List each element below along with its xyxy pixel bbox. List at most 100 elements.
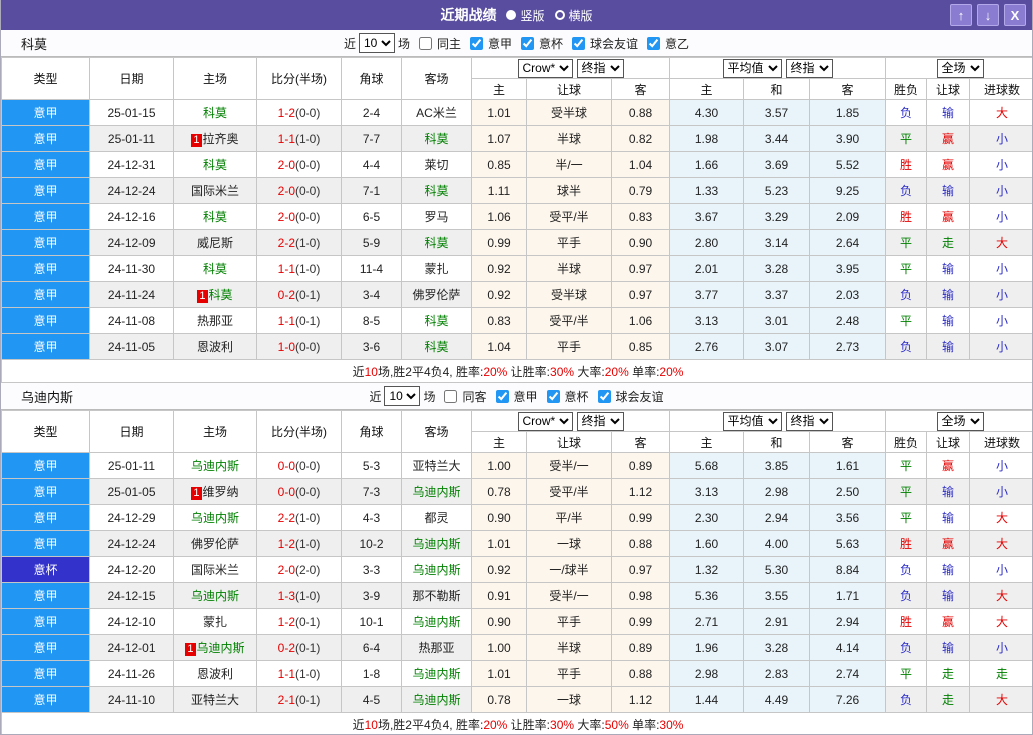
home-team-cell: 乌迪内斯 bbox=[173, 452, 257, 479]
match-type-cell: 意甲 bbox=[1, 203, 90, 230]
league-checkbox-0[interactable] bbox=[469, 36, 483, 50]
column-header: 主场 bbox=[173, 410, 257, 453]
home-team-cell: 乌迪内斯 bbox=[173, 504, 257, 531]
result-goals-cell: 小 bbox=[969, 634, 1032, 661]
away-team-name: 乌迪内斯 bbox=[412, 537, 461, 551]
home-odds-cell: 1.04 bbox=[471, 333, 527, 360]
fulltime-score: 1-2 bbox=[277, 614, 295, 629]
match-type-cell: 意甲 bbox=[1, 99, 90, 126]
fulltime-score: 0-2 bbox=[277, 640, 295, 655]
match-type-cell: 意甲 bbox=[1, 504, 90, 531]
score-cell: 2-0(0-0) bbox=[256, 151, 342, 178]
match-type-cell: 意甲 bbox=[1, 229, 90, 256]
halftime-score: (1-0) bbox=[295, 235, 321, 250]
same-venue-checkbox[interactable] bbox=[444, 389, 458, 403]
avg-away-cell: 9.25 bbox=[808, 177, 887, 204]
away-odds-cell: 0.97 bbox=[611, 281, 670, 308]
avg-away-cell: 3.56 bbox=[808, 504, 887, 531]
score-cell: 0-2(0-1) bbox=[256, 634, 342, 661]
recent-results-panel: 近期战绩 竖版 横版 ↑ ↓ X 科莫近 10 场同主 意甲 意杯 球会友谊 意乙 类型 日期主… bbox=[0, 0, 1033, 735]
away-team-name: 罗马 bbox=[424, 210, 449, 224]
league-checkbox-1[interactable] bbox=[521, 36, 534, 50]
handicap-cell: 一球 bbox=[526, 686, 612, 713]
result-goals-cell: 大 bbox=[969, 686, 1032, 713]
table-row: 意甲 24-12-31 科莫 2-0(0-0) 4-4 莱切 0.85 半/一 1.04 1.66… bbox=[1, 151, 1032, 178]
radio-vertical-layout[interactable]: 竖版 bbox=[506, 7, 545, 24]
league-checkbox-0[interactable] bbox=[495, 389, 509, 403]
match-type-cell: 意甲 bbox=[1, 478, 90, 505]
result-goals-cell: 小 bbox=[969, 333, 1032, 360]
scroll-down-button[interactable]: ↓ bbox=[977, 4, 999, 26]
score-cell: 2-0(0-0) bbox=[256, 177, 342, 204]
league-checkbox-2[interactable] bbox=[597, 389, 611, 403]
date-cell: 24-12-24 bbox=[89, 177, 174, 204]
avg-home-cell: 2.01 bbox=[669, 255, 744, 282]
same-venue-checkbox[interactable] bbox=[418, 36, 432, 50]
league-checkbox-2[interactable] bbox=[572, 36, 586, 50]
result-handicap-cell: 输 bbox=[926, 582, 971, 609]
halftime-score: (1-0) bbox=[295, 510, 321, 525]
league-checkbox-1[interactable] bbox=[546, 389, 560, 403]
odds-dropdown-2-0[interactable]: 全场 bbox=[936, 58, 984, 78]
league-label-2: 球会友谊 bbox=[615, 389, 664, 404]
handicap-cell: 半球 bbox=[526, 125, 612, 152]
home-odds-cell: 0.78 bbox=[471, 686, 527, 713]
fulltime-score: 2-2 bbox=[277, 235, 295, 250]
away-team-cell: 罗马 bbox=[401, 203, 472, 230]
home-team-name: 乌迪内斯 bbox=[190, 459, 239, 473]
away-team-name: AC米兰 bbox=[416, 106, 457, 120]
league-label-3: 意乙 bbox=[665, 36, 690, 51]
league-checkbox-3[interactable] bbox=[647, 36, 661, 50]
match-count-select[interactable]: 10 bbox=[384, 386, 421, 406]
home-odds-cell: 0.83 bbox=[471, 307, 527, 334]
fulltime-score: 1-0 bbox=[277, 339, 295, 354]
summary-text: 让胜率: bbox=[507, 364, 551, 379]
radio-horizontal-layout[interactable]: 横版 bbox=[554, 7, 593, 24]
odds-dropdown-1-0[interactable]: 平均值 bbox=[722, 411, 782, 431]
odds-dropdown-0-0[interactable]: Crow* bbox=[517, 411, 573, 431]
result-wdl-cell: 平 bbox=[885, 229, 928, 256]
away-team-name: 科莫 bbox=[424, 314, 449, 328]
handicap-cell: 受半球 bbox=[526, 281, 612, 308]
scroll-up-button[interactable]: ↑ bbox=[950, 4, 972, 26]
result-handicap-cell: 输 bbox=[926, 556, 971, 583]
sub-column-header: 进球数 bbox=[969, 431, 1032, 453]
odds-dropdown-0-1[interactable]: 终指 bbox=[576, 411, 624, 431]
odds-dropdown-1-1[interactable]: 终指 bbox=[785, 58, 833, 78]
score-cell: 0-0(0-0) bbox=[256, 478, 342, 505]
away-odds-cell: 0.99 bbox=[611, 504, 670, 531]
avg-home-cell: 2.76 bbox=[669, 333, 744, 360]
avg-away-cell: 2.73 bbox=[808, 333, 887, 360]
home-team-name: 恩波利 bbox=[196, 340, 233, 354]
avg-away-cell: 2.09 bbox=[808, 203, 887, 230]
result-handicap-cell: 输 bbox=[926, 307, 971, 334]
odds-dropdown-0-1[interactable]: 终指 bbox=[576, 58, 624, 78]
result-handicap-cell: 输 bbox=[926, 281, 971, 308]
avg-home-cell: 5.36 bbox=[669, 582, 744, 609]
home-team-name: 乌迪内斯 bbox=[196, 641, 245, 655]
score-cell: 1-3(1-0) bbox=[256, 582, 342, 609]
home-odds-cell: 1.01 bbox=[471, 99, 527, 126]
match-type-cell: 意杯 bbox=[1, 556, 90, 583]
result-wdl-cell: 负 bbox=[885, 333, 928, 360]
odds-dropdown-0-0[interactable]: Crow* bbox=[517, 58, 573, 78]
home-odds-cell: 0.92 bbox=[471, 281, 527, 308]
odds-dropdown-1-0[interactable]: 平均值 bbox=[722, 58, 782, 78]
odds-dropdown-1-1[interactable]: 终指 bbox=[785, 411, 833, 431]
close-button[interactable]: X bbox=[1004, 4, 1026, 26]
rank-badge: 1 bbox=[185, 643, 196, 656]
result-goals-cell: 大 bbox=[969, 99, 1032, 126]
odds-dropdown-2-0[interactable]: 全场 bbox=[936, 411, 984, 431]
avg-home-cell: 2.98 bbox=[669, 660, 744, 687]
away-odds-cell: 0.97 bbox=[611, 255, 670, 282]
away-team-cell: 乌迪内斯 bbox=[401, 660, 472, 687]
avg-home-cell: 1.96 bbox=[669, 634, 744, 661]
match-count-select[interactable]: 10 bbox=[358, 33, 395, 53]
summary-cell: 近10场,胜2平4负4, 胜率:20% 让胜率:30% 大率:50% 单率:30… bbox=[1, 712, 1032, 734]
date-cell: 24-11-30 bbox=[89, 255, 174, 282]
filter-controls: 近 10 场 同客 意甲 意杯 球会友谊 bbox=[1, 386, 1032, 406]
handicap-cell: 平手 bbox=[526, 660, 612, 687]
handicap-cell: 平手 bbox=[526, 608, 612, 635]
fulltime-score: 0-2 bbox=[277, 287, 295, 302]
fulltime-score: 1-1 bbox=[277, 131, 295, 146]
